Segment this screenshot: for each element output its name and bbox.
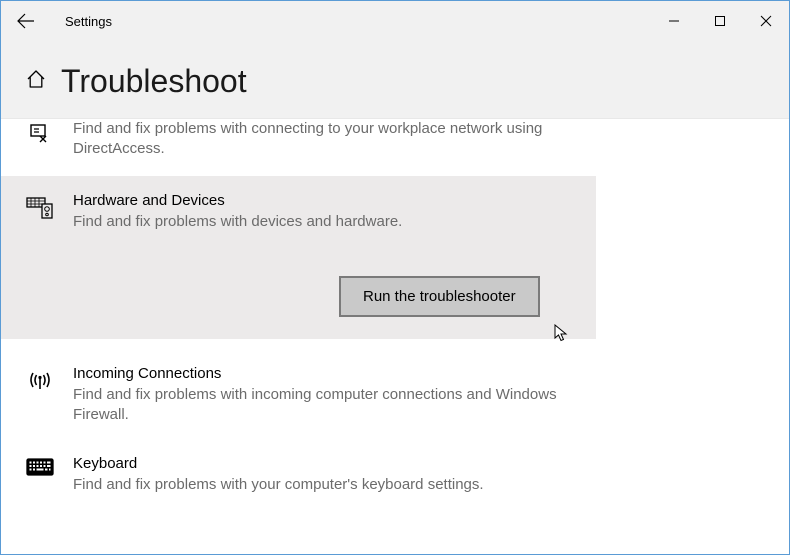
troubleshooter-item-directaccess[interactable]: Find and fix problems with connecting to…: [1, 119, 596, 176]
troubleshooter-description: Find and fix problems with incoming comp…: [73, 385, 576, 426]
minimize-icon: [668, 15, 680, 27]
page-header: Troubleshoot: [1, 41, 789, 119]
keyboard-icon: [25, 455, 55, 477]
close-icon: [760, 15, 772, 27]
hardware-icon: [25, 192, 55, 220]
troubleshooter-description: Find and fix problems with connecting to…: [73, 119, 576, 160]
close-button[interactable]: [743, 1, 789, 41]
troubleshooter-list: Find and fix problems with connecting to…: [1, 119, 789, 550]
incoming-connections-icon: [25, 365, 55, 393]
troubleshooter-title: Incoming Connections: [73, 365, 576, 382]
troubleshooter-item-keyboard[interactable]: Keyboard Find and fix problems with your…: [1, 441, 596, 511]
titlebar: Settings: [1, 1, 789, 41]
troubleshooter-description: Find and fix problems with devices and h…: [73, 212, 576, 232]
troubleshooter-title: Keyboard: [73, 455, 576, 472]
troubleshooter-title: Hardware and Devices: [73, 192, 576, 209]
minimize-button[interactable]: [651, 1, 697, 41]
home-icon[interactable]: [25, 68, 47, 95]
back-button[interactable]: [1, 1, 51, 41]
page-title: Troubleshoot: [61, 63, 247, 100]
maximize-icon: [714, 15, 726, 27]
troubleshooter-item-incoming[interactable]: Incoming Connections Find and fix proble…: [1, 351, 596, 442]
troubleshooter-description: Find and fix problems with your computer…: [73, 475, 576, 495]
run-troubleshooter-button[interactable]: Run the troubleshooter: [339, 276, 540, 317]
back-arrow-icon: [17, 12, 35, 30]
troubleshooter-item-hardware[interactable]: Hardware and Devices Find and fix proble…: [1, 176, 596, 339]
window-controls: [651, 1, 789, 41]
maximize-button[interactable]: [697, 1, 743, 41]
window-title: Settings: [51, 14, 112, 29]
directaccess-icon: [25, 119, 55, 145]
